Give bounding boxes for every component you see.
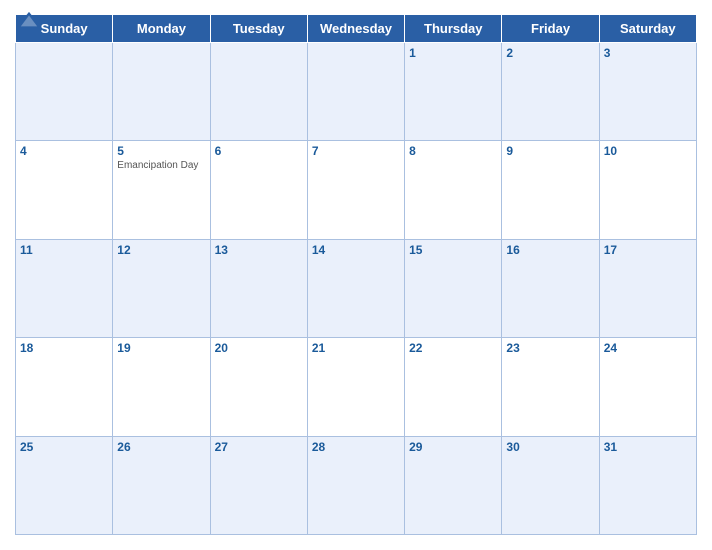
calendar-cell: 24 bbox=[599, 338, 696, 436]
calendar-cell: 1 bbox=[405, 43, 502, 141]
calendar-cell: 7 bbox=[307, 141, 404, 239]
day-number: 20 bbox=[215, 341, 303, 355]
day-number: 17 bbox=[604, 243, 692, 257]
day-header-tuesday: Tuesday bbox=[210, 15, 307, 43]
calendar-cell: 23 bbox=[502, 338, 599, 436]
day-header-wednesday: Wednesday bbox=[307, 15, 404, 43]
calendar-cell: 8 bbox=[405, 141, 502, 239]
day-number: 2 bbox=[506, 46, 594, 60]
day-header-thursday: Thursday bbox=[405, 15, 502, 43]
calendar-cell: 26 bbox=[113, 436, 210, 534]
day-number: 7 bbox=[312, 144, 400, 158]
week-row-5: 25 26 27 28 29 30 31 bbox=[16, 436, 697, 534]
day-number: 11 bbox=[20, 243, 108, 257]
calendar-cell: 15 bbox=[405, 239, 502, 337]
day-number: 22 bbox=[409, 341, 497, 355]
day-header-saturday: Saturday bbox=[599, 15, 696, 43]
calendar-cell: 4 bbox=[16, 141, 113, 239]
day-number: 23 bbox=[506, 341, 594, 355]
calendar-cell bbox=[113, 43, 210, 141]
calendar-cell: 17 bbox=[599, 239, 696, 337]
calendar-cell: 3 bbox=[599, 43, 696, 141]
calendar-cell: 14 bbox=[307, 239, 404, 337]
day-number: 3 bbox=[604, 46, 692, 60]
day-header-monday: Monday bbox=[113, 15, 210, 43]
calendar-cell bbox=[16, 43, 113, 141]
day-header-friday: Friday bbox=[502, 15, 599, 43]
calendar-table: SundayMondayTuesdayWednesdayThursdayFrid… bbox=[15, 14, 697, 535]
day-number: 21 bbox=[312, 341, 400, 355]
calendar-cell bbox=[210, 43, 307, 141]
day-number: 4 bbox=[20, 144, 108, 158]
calendar-cell: 29 bbox=[405, 436, 502, 534]
calendar-cell: 16 bbox=[502, 239, 599, 337]
day-number: 5 bbox=[117, 144, 205, 158]
day-headers-row: SundayMondayTuesdayWednesdayThursdayFrid… bbox=[16, 15, 697, 43]
week-row-2: 45 Emancipation Day 6789 10 bbox=[16, 141, 697, 239]
day-number: 10 bbox=[604, 144, 692, 158]
logo-icon bbox=[15, 10, 43, 30]
logo bbox=[15, 10, 46, 30]
week-row-1: 123 bbox=[16, 43, 697, 141]
day-number: 6 bbox=[215, 144, 303, 158]
calendar-cell: 20 bbox=[210, 338, 307, 436]
calendar-cell: 28 bbox=[307, 436, 404, 534]
calendar-cell: 2 bbox=[502, 43, 599, 141]
day-number: 19 bbox=[117, 341, 205, 355]
calendar-cell: 9 bbox=[502, 141, 599, 239]
day-number: 27 bbox=[215, 440, 303, 454]
day-number: 14 bbox=[312, 243, 400, 257]
day-number: 26 bbox=[117, 440, 205, 454]
calendar-cell: 18 bbox=[16, 338, 113, 436]
calendar-cell: 30 bbox=[502, 436, 599, 534]
calendar-cell: 12 bbox=[113, 239, 210, 337]
day-number: 25 bbox=[20, 440, 108, 454]
calendar-cell: 31 bbox=[599, 436, 696, 534]
calendar-cell: 22 bbox=[405, 338, 502, 436]
day-number: 28 bbox=[312, 440, 400, 454]
calendar-cell bbox=[307, 43, 404, 141]
calendar-cell: 11 bbox=[16, 239, 113, 337]
day-number: 31 bbox=[604, 440, 692, 454]
day-number: 16 bbox=[506, 243, 594, 257]
calendar-cell: 13 bbox=[210, 239, 307, 337]
day-number: 18 bbox=[20, 341, 108, 355]
calendar-cell: 27 bbox=[210, 436, 307, 534]
day-number: 1 bbox=[409, 46, 497, 60]
day-number: 29 bbox=[409, 440, 497, 454]
day-number: 9 bbox=[506, 144, 594, 158]
day-number: 12 bbox=[117, 243, 205, 257]
calendar-cell: 19 bbox=[113, 338, 210, 436]
day-number: 24 bbox=[604, 341, 692, 355]
week-row-3: 11 12 13 14 15 16 17 bbox=[16, 239, 697, 337]
day-number: 30 bbox=[506, 440, 594, 454]
holiday-label: Emancipation Day bbox=[117, 160, 205, 172]
calendar-cell: 6 bbox=[210, 141, 307, 239]
day-number: 13 bbox=[215, 243, 303, 257]
calendar-cell: 10 bbox=[599, 141, 696, 239]
calendar-cell: 25 bbox=[16, 436, 113, 534]
week-row-4: 18 19 20 21 22 23 24 bbox=[16, 338, 697, 436]
calendar-cell: 21 bbox=[307, 338, 404, 436]
day-number: 15 bbox=[409, 243, 497, 257]
day-number: 8 bbox=[409, 144, 497, 158]
calendar-cell: 5 Emancipation Day bbox=[113, 141, 210, 239]
